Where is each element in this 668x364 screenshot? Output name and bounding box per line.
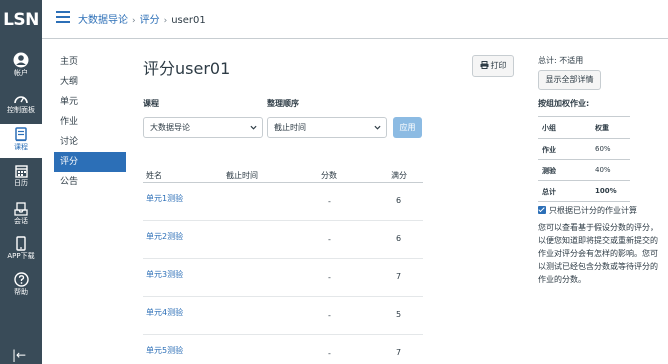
course-nav: 主页 大纲 单元 作业 讨论 评分 公告 xyxy=(54,52,126,192)
calendar-icon xyxy=(14,165,28,178)
help-icon xyxy=(13,272,29,287)
nav-courses[interactable]: 课程 xyxy=(0,124,42,158)
total-grade: 总计: 不适用 xyxy=(538,56,584,65)
printer-icon xyxy=(480,61,488,69)
table-row: 单元2测验 - 6 xyxy=(143,221,423,259)
nav-help[interactable]: 帮助 xyxy=(0,272,42,302)
nav-calendar[interactable]: 日历 xyxy=(0,164,42,194)
column-header-name[interactable]: 姓名 xyxy=(146,170,162,181)
nav-help-label: 帮助 xyxy=(14,288,28,296)
weights-row: 测验 40% xyxy=(538,160,630,181)
weights-table: 小组 权重 作业 60% 测验 40% 总计 100% xyxy=(538,116,630,202)
weights-total-row: 总计 100% xyxy=(538,181,630,202)
max-score-cell: 7 xyxy=(396,272,402,281)
score-cell: - xyxy=(328,273,331,282)
table-row: 单元1测验 - 6 xyxy=(143,183,423,221)
dashboard-icon xyxy=(14,96,28,104)
breadcrumb-section[interactable]: 评分 xyxy=(140,15,160,26)
course-nav-announcements[interactable]: 公告 xyxy=(54,172,126,192)
weights-header-group: 小组 xyxy=(542,124,556,132)
chevron-down-icon xyxy=(374,125,381,130)
course-nav-discussions[interactable]: 讨论 xyxy=(54,132,126,152)
inbox-icon xyxy=(14,202,28,216)
max-score-cell: 5 xyxy=(396,310,402,319)
nav-inbox[interactable]: 会话 xyxy=(0,202,42,232)
course-select-value: 大数据导论 xyxy=(150,123,190,132)
print-label: 打印 xyxy=(490,61,507,70)
table-row: 单元4测验 - 5 xyxy=(143,297,423,335)
sort-select[interactable]: 截止时间 xyxy=(267,117,387,138)
phone-icon xyxy=(16,236,26,251)
account-icon xyxy=(13,52,29,68)
page-title: 评分user01 xyxy=(143,59,231,78)
weights-value: 40% xyxy=(595,166,611,174)
weights-group: 总计 xyxy=(542,188,556,196)
breadcrumb-separator: › xyxy=(132,16,136,26)
weights-group: 作业 xyxy=(542,146,556,154)
collapse-nav-icon[interactable]: |← xyxy=(12,348,26,362)
weights-header-weight: 权重 xyxy=(595,124,609,132)
score-cell: - xyxy=(328,311,331,320)
max-score-cell: 6 xyxy=(396,234,402,243)
course-nav-syllabus[interactable]: 大纲 xyxy=(54,72,126,92)
sort-select-value: 截止时间 xyxy=(274,123,306,132)
scored-only-label[interactable]: 只根据已计分的作业计算 xyxy=(549,205,637,216)
nav-inbox-label: 会话 xyxy=(14,217,28,225)
course-select[interactable]: 大数据导论 xyxy=(143,117,263,138)
weights-row: 作业 60% xyxy=(538,139,630,160)
sort-filter-label: 整理顺序 xyxy=(267,99,299,108)
column-header-max[interactable]: 满分 xyxy=(391,170,407,181)
breadcrumb: 大数据导论 › 评分 › user01 xyxy=(78,11,206,26)
courses-icon xyxy=(15,127,27,142)
assignment-link[interactable]: 单元5测验 xyxy=(146,345,183,356)
nav-dashboard[interactable]: 控制面板 xyxy=(0,93,42,121)
nav-dashboard-label: 控制面板 xyxy=(7,106,35,114)
assignment-link[interactable]: 单元2测验 xyxy=(146,231,183,242)
score-cell: - xyxy=(328,197,331,206)
weights-value: 100% xyxy=(595,187,617,195)
nav-calendar-label: 日历 xyxy=(14,179,28,187)
assignment-link[interactable]: 单元1测验 xyxy=(146,193,183,204)
score-cell: - xyxy=(328,235,331,244)
header-divider xyxy=(42,38,668,39)
course-nav-grades[interactable]: 评分 xyxy=(54,152,126,172)
course-nav-assignments[interactable]: 作业 xyxy=(54,112,126,132)
score-cell: - xyxy=(328,349,331,358)
logo[interactable]: LSN xyxy=(0,6,42,34)
print-button[interactable]: 打印 xyxy=(472,55,514,77)
what-if-note: 您可以查看基于假设分数的评分，以便您知道即将提交或重新提交的作业对评分会有怎样的… xyxy=(538,223,658,284)
show-all-details-button[interactable]: 显示全部详情 xyxy=(538,70,601,90)
breadcrumb-course[interactable]: 大数据导论 xyxy=(78,15,128,26)
weights-group: 测验 xyxy=(542,167,556,175)
course-filter-label: 课程 xyxy=(143,99,159,108)
column-header-due[interactable]: 截止时间 xyxy=(226,170,258,181)
apply-button[interactable]: 应用 xyxy=(393,117,422,138)
course-nav-home[interactable]: 主页 xyxy=(54,52,126,72)
course-nav-modules[interactable]: 单元 xyxy=(54,92,126,112)
hamburger-menu-icon[interactable] xyxy=(56,11,70,23)
nav-account[interactable]: 帐户 xyxy=(0,52,42,82)
table-row: 单元5测验 - 7 xyxy=(143,335,423,364)
weights-heading: 按组加权作业: xyxy=(538,99,590,108)
breadcrumb-current: user01 xyxy=(171,15,206,26)
nav-account-label: 帐户 xyxy=(14,69,28,77)
weights-header-row: 小组 权重 xyxy=(538,117,630,139)
nav-app-download-label: APP下载 xyxy=(7,252,35,260)
assignment-link[interactable]: 单元4测验 xyxy=(146,307,183,318)
weights-value: 60% xyxy=(595,145,611,153)
table-row: 单元3测验 - 7 xyxy=(143,259,423,297)
global-nav: LSN 帐户 控制面板 课程 日历 会话 APP下载 帮助 |← xyxy=(0,0,42,364)
breadcrumb-separator: › xyxy=(163,16,168,26)
scored-only-checkbox[interactable] xyxy=(538,206,546,214)
chevron-down-icon xyxy=(250,125,257,130)
max-score-cell: 7 xyxy=(396,348,402,357)
nav-app-download[interactable]: APP下载 xyxy=(0,236,42,266)
nav-courses-label: 课程 xyxy=(14,143,28,151)
assignment-link[interactable]: 单元3测验 xyxy=(146,269,183,280)
max-score-cell: 6 xyxy=(396,196,402,205)
column-header-score[interactable]: 分数 xyxy=(321,170,337,181)
